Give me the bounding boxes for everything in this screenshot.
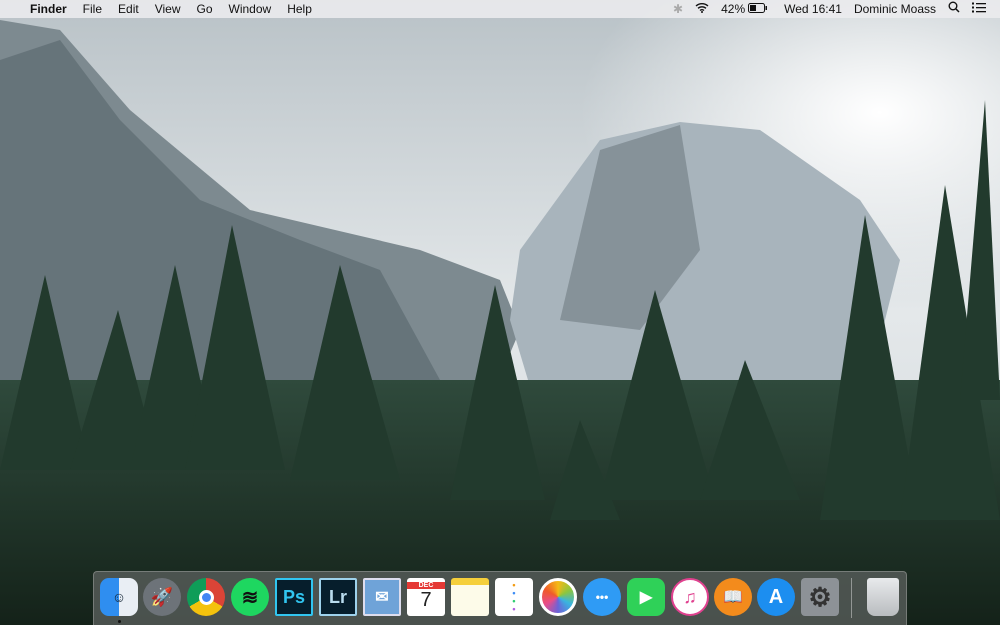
- dock-lightroom[interactable]: Lr: [319, 578, 357, 616]
- battery-percent[interactable]: 42%: [715, 0, 748, 18]
- dock-messages[interactable]: •••: [583, 578, 621, 616]
- dock-app-store[interactable]: A: [757, 578, 795, 616]
- calendar-day: 7: [420, 589, 432, 611]
- dock-launchpad[interactable]: 🚀: [143, 578, 181, 616]
- dock-calendar[interactable]: DEC 7: [407, 578, 445, 616]
- dock-system-preferences[interactable]: ⚙: [801, 578, 839, 616]
- bluetooth-icon[interactable]: ✱: [667, 0, 689, 18]
- dock-spotify[interactable]: ≋: [231, 578, 269, 616]
- battery-icon[interactable]: [748, 0, 774, 18]
- dock-notes[interactable]: [451, 578, 489, 616]
- user-name[interactable]: Dominic Moass: [848, 0, 942, 18]
- app-menu-finder[interactable]: Finder: [22, 0, 75, 18]
- dock-trash[interactable]: [867, 578, 899, 616]
- menu-view[interactable]: View: [147, 0, 189, 18]
- dock-divider: [851, 578, 852, 618]
- menu-go[interactable]: Go: [189, 0, 221, 18]
- clock[interactable]: Wed 16:41: [774, 0, 848, 18]
- dock-chrome[interactable]: [187, 578, 225, 616]
- dock-photos[interactable]: [539, 578, 577, 616]
- dock-ibooks[interactable]: 📖: [714, 578, 752, 616]
- dock-mail[interactable]: ✉: [363, 578, 401, 616]
- calendar-month: DEC: [407, 582, 445, 589]
- spotlight-search-icon[interactable]: [942, 0, 966, 18]
- dock-finder[interactable]: ☺: [100, 578, 138, 616]
- menu-edit[interactable]: Edit: [110, 0, 147, 18]
- running-indicator: [118, 620, 121, 623]
- menu-file[interactable]: File: [75, 0, 110, 18]
- wifi-icon[interactable]: [689, 0, 715, 18]
- menu-bar: Finder File Edit View Go Window Help ✱ 4…: [0, 0, 1000, 18]
- dock-facetime[interactable]: ▶: [627, 578, 665, 616]
- menu-help[interactable]: Help: [279, 0, 320, 18]
- menu-window[interactable]: Window: [221, 0, 280, 18]
- dock-itunes[interactable]: ♫: [671, 578, 709, 616]
- notification-center-icon[interactable]: [966, 0, 1000, 18]
- desktop-wallpaper: [0, 0, 1000, 625]
- dock: ☺ 🚀 ≋ Ps Lr ✉ DEC 7 • • • • ••• ▶ ♫ 📖 A ⚙: [93, 571, 907, 625]
- dock-photoshop[interactable]: Ps: [275, 578, 313, 616]
- dock-reminders[interactable]: • • • •: [495, 578, 533, 616]
